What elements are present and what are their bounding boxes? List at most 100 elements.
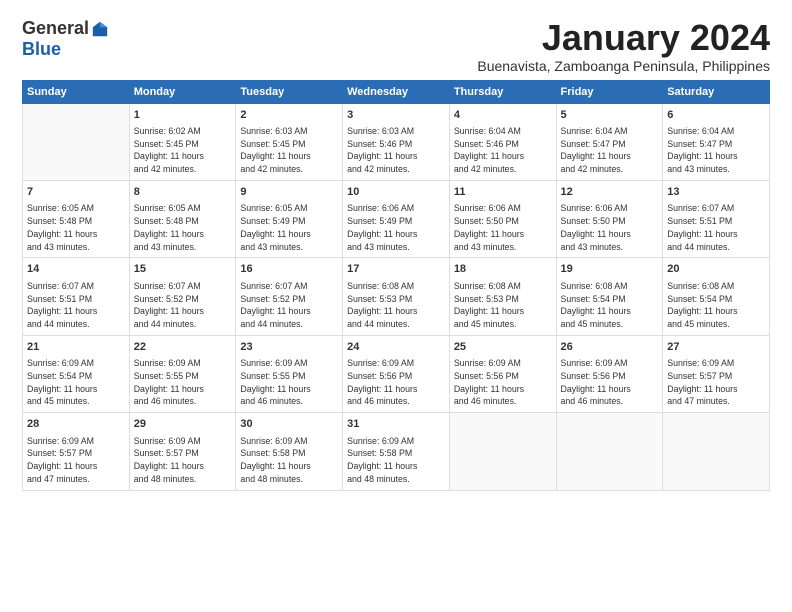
day-number: 16 (240, 262, 338, 277)
day-info: Sunrise: 6:07 AM Sunset: 5:52 PM Dayligh… (134, 280, 232, 331)
week-row-1: 1Sunrise: 6:02 AM Sunset: 5:45 PM Daylig… (23, 103, 770, 180)
day-cell: 7 Sunrise: 6:05 AM Sunset: 5:48 PM Daylig… (23, 180, 130, 257)
logo-blue: Blue (22, 39, 61, 60)
day-info: Sunrise: 6:09 AM Sunset: 5:55 PM Dayligh… (134, 357, 232, 408)
col-tuesday: Tuesday (236, 80, 343, 103)
day-info: Sunrise: 6:05 AM Sunset: 5:48 PM Dayligh… (27, 202, 125, 253)
day-number: 7 (27, 185, 125, 200)
day-info: Sunrise: 6:06 AM Sunset: 5:49 PM Dayligh… (347, 202, 445, 253)
header-row: Sunday Monday Tuesday Wednesday Thursday… (23, 80, 770, 103)
day-info: Sunrise: 6:09 AM Sunset: 5:56 PM Dayligh… (454, 357, 552, 408)
day-cell (663, 413, 770, 490)
day-info: Sunrise: 6:05 AM Sunset: 5:48 PM Dayligh… (134, 202, 232, 253)
day-number: 31 (347, 417, 445, 432)
day-info: Sunrise: 6:09 AM Sunset: 5:57 PM Dayligh… (27, 435, 125, 486)
day-cell: 29Sunrise: 6:09 AM Sunset: 5:57 PM Dayli… (129, 413, 236, 490)
day-cell (556, 413, 663, 490)
day-cell: 15 Sunrise: 6:07 AM Sunset: 5:52 PM Dayli… (129, 258, 236, 335)
day-info: Sunrise: 6:03 AM Sunset: 5:46 PM Dayligh… (347, 125, 445, 176)
col-thursday: Thursday (449, 80, 556, 103)
day-number: 3 (347, 108, 445, 123)
day-cell: 4 Sunrise: 6:04 AM Sunset: 5:46 PM Daylig… (449, 103, 556, 180)
day-info: Sunrise: 6:05 AM Sunset: 5:49 PM Dayligh… (240, 202, 338, 253)
day-number: 10 (347, 185, 445, 200)
day-number: 11 (454, 185, 552, 200)
day-info: Sunrise: 6:03 AM Sunset: 5:45 PM Dayligh… (240, 125, 338, 176)
day-cell: 9 Sunrise: 6:05 AM Sunset: 5:49 PM Daylig… (236, 180, 343, 257)
day-info: Sunrise: 6:04 AM Sunset: 5:47 PM Dayligh… (561, 125, 659, 176)
day-cell: 23 Sunrise: 6:09 AM Sunset: 5:55 PM Dayli… (236, 335, 343, 412)
day-cell: 20 Sunrise: 6:08 AM Sunset: 5:54 PM Dayli… (663, 258, 770, 335)
day-cell: 25 Sunrise: 6:09 AM Sunset: 5:56 PM Dayli… (449, 335, 556, 412)
day-info: Sunrise: 6:09 AM Sunset: 5:58 PM Dayligh… (347, 435, 445, 486)
day-number: 5 (561, 108, 659, 123)
day-number: 20 (667, 262, 765, 277)
logo-icon (91, 20, 109, 38)
day-cell: 10 Sunrise: 6:06 AM Sunset: 5:49 PM Dayli… (343, 180, 450, 257)
day-number: 12 (561, 185, 659, 200)
day-cell: 31 Sunrise: 6:09 AM Sunset: 5:58 PM Dayli… (343, 413, 450, 490)
day-number: 6 (667, 108, 765, 123)
day-number: 19 (561, 262, 659, 277)
col-monday: Monday (129, 80, 236, 103)
day-cell: 1Sunrise: 6:02 AM Sunset: 5:45 PM Daylig… (129, 103, 236, 180)
week-row-4: 21 Sunrise: 6:09 AM Sunset: 5:54 PM Dayli… (23, 335, 770, 412)
day-cell: 30Sunrise: 6:09 AM Sunset: 5:58 PM Dayli… (236, 413, 343, 490)
day-info: Sunrise: 6:09 AM Sunset: 5:57 PM Dayligh… (667, 357, 765, 408)
day-info: Sunrise: 6:09 AM Sunset: 5:55 PM Dayligh… (240, 357, 338, 408)
day-number: 23 (240, 340, 338, 355)
day-cell: 18Sunrise: 6:08 AM Sunset: 5:53 PM Dayli… (449, 258, 556, 335)
day-info: Sunrise: 6:09 AM Sunset: 5:56 PM Dayligh… (561, 357, 659, 408)
week-row-2: 7 Sunrise: 6:05 AM Sunset: 5:48 PM Daylig… (23, 180, 770, 257)
week-row-5: 28 Sunrise: 6:09 AM Sunset: 5:57 PM Dayli… (23, 413, 770, 490)
logo: General Blue (22, 18, 109, 60)
day-number: 8 (134, 185, 232, 200)
day-cell: 26Sunrise: 6:09 AM Sunset: 5:56 PM Dayli… (556, 335, 663, 412)
day-number: 22 (134, 340, 232, 355)
day-cell: 5 Sunrise: 6:04 AM Sunset: 5:47 PM Daylig… (556, 103, 663, 180)
day-number: 21 (27, 340, 125, 355)
day-cell: 16 Sunrise: 6:07 AM Sunset: 5:52 PM Dayli… (236, 258, 343, 335)
day-number: 2 (240, 108, 338, 123)
day-cell (449, 413, 556, 490)
month-title: January 2024 (477, 18, 770, 58)
subtitle: Buenavista, Zamboanga Peninsula, Philipp… (477, 58, 770, 74)
day-number: 17 (347, 262, 445, 277)
day-cell: 27Sunrise: 6:09 AM Sunset: 5:57 PM Dayli… (663, 335, 770, 412)
col-sunday: Sunday (23, 80, 130, 103)
header: General Blue January 2024 Buenavista, Za… (22, 18, 770, 74)
day-info: Sunrise: 6:07 AM Sunset: 5:51 PM Dayligh… (27, 280, 125, 331)
day-info: Sunrise: 6:06 AM Sunset: 5:50 PM Dayligh… (454, 202, 552, 253)
day-number: 29 (134, 417, 232, 432)
day-cell (23, 103, 130, 180)
day-info: Sunrise: 6:08 AM Sunset: 5:54 PM Dayligh… (667, 280, 765, 331)
day-info: Sunrise: 6:08 AM Sunset: 5:54 PM Dayligh… (561, 280, 659, 331)
day-number: 4 (454, 108, 552, 123)
day-number: 14 (27, 262, 125, 277)
col-friday: Friday (556, 80, 663, 103)
day-cell: 24Sunrise: 6:09 AM Sunset: 5:56 PM Dayli… (343, 335, 450, 412)
day-info: Sunrise: 6:04 AM Sunset: 5:46 PM Dayligh… (454, 125, 552, 176)
day-number: 18 (454, 262, 552, 277)
day-number: 25 (454, 340, 552, 355)
day-cell: 19 Sunrise: 6:08 AM Sunset: 5:54 PM Dayli… (556, 258, 663, 335)
day-info: Sunrise: 6:07 AM Sunset: 5:52 PM Dayligh… (240, 280, 338, 331)
day-number: 9 (240, 185, 338, 200)
day-cell: 3 Sunrise: 6:03 AM Sunset: 5:46 PM Daylig… (343, 103, 450, 180)
day-number: 28 (27, 417, 125, 432)
day-number: 13 (667, 185, 765, 200)
day-cell: 8 Sunrise: 6:05 AM Sunset: 5:48 PM Daylig… (129, 180, 236, 257)
day-cell: 11 Sunrise: 6:06 AM Sunset: 5:50 PM Dayli… (449, 180, 556, 257)
day-info: Sunrise: 6:09 AM Sunset: 5:56 PM Dayligh… (347, 357, 445, 408)
day-cell: 22 Sunrise: 6:09 AM Sunset: 5:55 PM Dayli… (129, 335, 236, 412)
day-info: Sunrise: 6:07 AM Sunset: 5:51 PM Dayligh… (667, 202, 765, 253)
day-info: Sunrise: 6:08 AM Sunset: 5:53 PM Dayligh… (347, 280, 445, 331)
day-number: 15 (134, 262, 232, 277)
day-info: Sunrise: 6:02 AM Sunset: 5:45 PM Dayligh… (134, 125, 232, 176)
day-cell: 2 Sunrise: 6:03 AM Sunset: 5:45 PM Daylig… (236, 103, 343, 180)
day-info: Sunrise: 6:09 AM Sunset: 5:54 PM Dayligh… (27, 357, 125, 408)
day-info: Sunrise: 6:06 AM Sunset: 5:50 PM Dayligh… (561, 202, 659, 253)
title-block: January 2024 Buenavista, Zamboanga Penin… (477, 18, 770, 74)
page: General Blue January 2024 Buenavista, Za… (0, 0, 792, 501)
day-cell: 14 Sunrise: 6:07 AM Sunset: 5:51 PM Dayli… (23, 258, 130, 335)
